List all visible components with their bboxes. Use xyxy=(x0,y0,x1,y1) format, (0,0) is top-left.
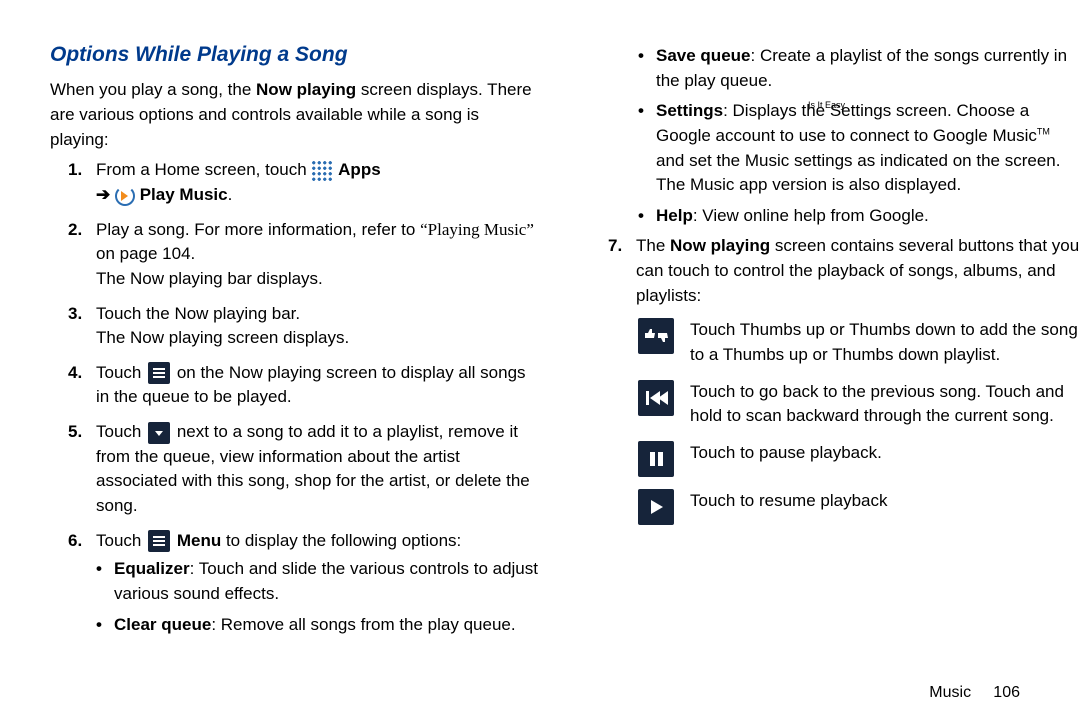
play-icon xyxy=(638,489,674,525)
intro-text: When you play a song, the Now playing sc… xyxy=(50,78,540,152)
play-music-icon xyxy=(115,186,135,206)
menu-icon xyxy=(148,530,170,552)
option-save-queue: Save queue: Create a playlist of the son… xyxy=(638,44,1080,93)
pause-icon xyxy=(638,441,674,477)
option-equalizer: Equalizer: Touch and slide the various c… xyxy=(96,557,540,606)
step-1: 1. From a Home screen, touch Apps ➔ Play… xyxy=(68,158,540,207)
step-6: 6. Touch Menu to display the following o… xyxy=(68,529,540,638)
step-5: 5. Touch next to a song to add it to a p… xyxy=(68,420,540,519)
control-play: Touch to resume playback xyxy=(636,489,1080,525)
previous-icon xyxy=(638,380,674,416)
arrow-icon: ➔ xyxy=(96,185,110,204)
option-help: Help: View online help from Google. xyxy=(638,204,1080,229)
step-2: 2. Play a song. For more information, re… xyxy=(68,218,540,292)
page-footer: Music 106 xyxy=(929,681,1020,704)
step-4: 4. Touch on the Now playing screen to di… xyxy=(68,361,540,410)
option-settings: Settings: Displays the Settings screen. … xyxy=(638,99,1080,198)
section-heading: Options While Playing a Song xyxy=(50,40,540,70)
apps-icon xyxy=(311,160,333,182)
cross-reference: “Playing Music” xyxy=(420,220,534,239)
control-previous: Touch to go back to the previous song. T… xyxy=(636,380,1080,429)
step-7: 7. The Now playing screen contains sever… xyxy=(608,234,1080,308)
control-thumbs: Touch Thumbs up or Thumbs down to add th… xyxy=(636,318,1080,367)
control-pause: Touch to pause playback. xyxy=(636,441,1080,477)
queue-icon xyxy=(148,362,170,384)
step-3: 3. Touch the Now playing bar. The Now pl… xyxy=(68,302,540,351)
song-options-icon xyxy=(148,422,170,444)
thumbs-icon xyxy=(638,318,674,354)
option-clear-queue: Clear queue: Remove all songs from the p… xyxy=(96,613,540,638)
